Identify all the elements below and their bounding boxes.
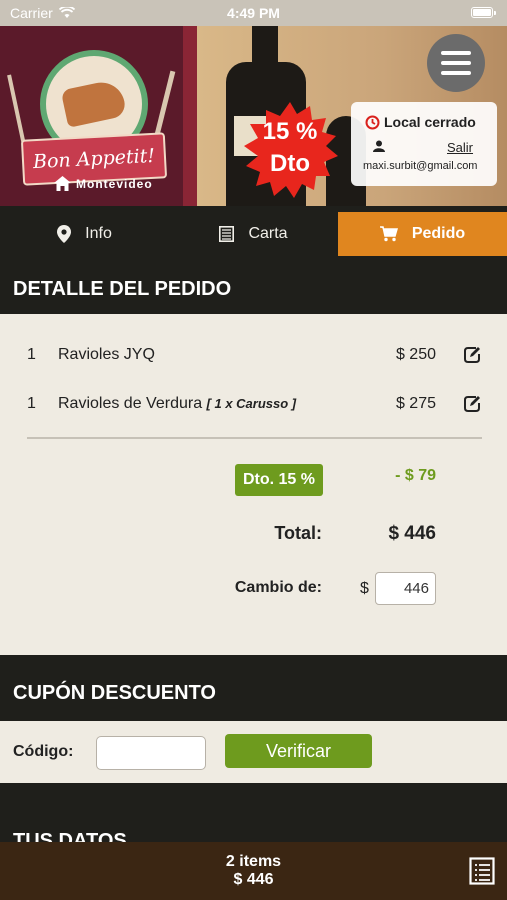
tab-bar: Info Carta Pedido bbox=[0, 206, 507, 264]
discount-percent: 15 % bbox=[262, 118, 318, 145]
coupon-code-input[interactable] bbox=[96, 736, 206, 770]
store-status: Local cerrado bbox=[365, 114, 476, 130]
item-name: Ravioles de Verdura [ 1 x Carusso ] bbox=[58, 395, 296, 413]
tab-carta[interactable]: Carta bbox=[169, 212, 338, 256]
location-name: Montevideo bbox=[76, 176, 153, 191]
order-section-title: DETALLE DEL PEDIDO bbox=[0, 264, 507, 314]
item-name: Ravioles JYQ bbox=[58, 346, 155, 364]
logout-link[interactable]: Salir bbox=[447, 140, 473, 155]
discount-label: Dto. 15 % bbox=[235, 464, 323, 496]
location-pin-icon bbox=[57, 225, 72, 243]
hamburger-menu-button[interactable] bbox=[427, 34, 485, 92]
total-label: Total: bbox=[274, 523, 322, 543]
user-email: maxi.surbit@gmail.com bbox=[363, 160, 478, 172]
user-card: Local cerrado Salir maxi.surbit@gmail.co… bbox=[351, 102, 497, 186]
items-count: 2 items bbox=[225, 853, 282, 870]
item-qty: 1 bbox=[27, 395, 36, 412]
menu-list-icon bbox=[219, 226, 235, 242]
edit-icon[interactable] bbox=[462, 345, 482, 365]
hamburger-icon bbox=[441, 51, 471, 55]
coupon-title: CUPÓN DESCUENTO bbox=[13, 681, 216, 704]
tab-pedido-label: Pedido bbox=[411, 225, 466, 242]
tab-info[interactable]: Info bbox=[0, 212, 169, 256]
edit-icon[interactable] bbox=[462, 394, 482, 414]
cart-icon bbox=[379, 226, 398, 242]
verify-button[interactable]: Verificar bbox=[225, 734, 372, 768]
discount-word: Dto bbox=[270, 150, 310, 177]
restaurant-header: Bon Appetit! Montevideo 15 % Dto Local c… bbox=[0, 26, 507, 206]
order-title: DETALLE DEL PEDIDO bbox=[13, 277, 232, 300]
clock: 4:49 PM bbox=[227, 5, 280, 21]
total-value: $ 446 bbox=[388, 523, 436, 544]
hamburger-icon bbox=[441, 61, 471, 65]
divider bbox=[27, 437, 482, 439]
coupon-code-label: Código: bbox=[13, 743, 74, 760]
order-item: 1 Ravioles JYQ $ 250 bbox=[0, 341, 507, 371]
home-icon bbox=[54, 176, 71, 191]
battery-icon bbox=[471, 7, 496, 18]
store-status-text: Local cerrado bbox=[384, 114, 476, 130]
cart-total: $ 446 bbox=[233, 871, 274, 888]
wine-bottle-icon bbox=[252, 26, 278, 66]
item-name-text: Ravioles JYQ bbox=[58, 346, 155, 363]
item-name-text: Ravioles de Verdura bbox=[58, 395, 203, 412]
discount-value: - $ 79 bbox=[395, 467, 436, 484]
location: Montevideo bbox=[54, 176, 153, 191]
item-price: $ 275 bbox=[395, 395, 436, 412]
tab-carta-label: Carta bbox=[248, 225, 288, 242]
item-extra: [ 1 x Carusso ] bbox=[206, 396, 297, 411]
status-bar: Carrier 4:49 PM bbox=[0, 0, 507, 26]
food-icon bbox=[60, 78, 128, 128]
change-input[interactable] bbox=[375, 572, 436, 605]
brand-name: Bon Appetit! bbox=[32, 144, 156, 174]
item-price: $ 250 bbox=[395, 346, 436, 363]
receipt-list-icon[interactable] bbox=[469, 857, 495, 885]
clock-icon bbox=[365, 115, 380, 129]
change-currency: $ bbox=[360, 580, 369, 597]
coupon-section-title: CUPÓN DESCUENTO bbox=[0, 665, 507, 721]
cart-summary-bar[interactable]: 2 items $ 446 bbox=[0, 842, 507, 900]
change-label: Cambio de: bbox=[234, 579, 322, 596]
tab-info-label: Info bbox=[85, 225, 112, 242]
tab-pedido[interactable]: Pedido bbox=[338, 212, 507, 256]
cart-summary: 2 items $ 446 bbox=[0, 853, 507, 889]
hamburger-icon bbox=[441, 71, 471, 75]
discount-badge: 15 % Dto bbox=[240, 100, 340, 200]
item-qty: 1 bbox=[27, 346, 36, 363]
order-item: 1 Ravioles de Verdura [ 1 x Carusso ] $ … bbox=[0, 390, 507, 420]
user-icon bbox=[373, 140, 385, 152]
header-stripe bbox=[183, 26, 197, 206]
